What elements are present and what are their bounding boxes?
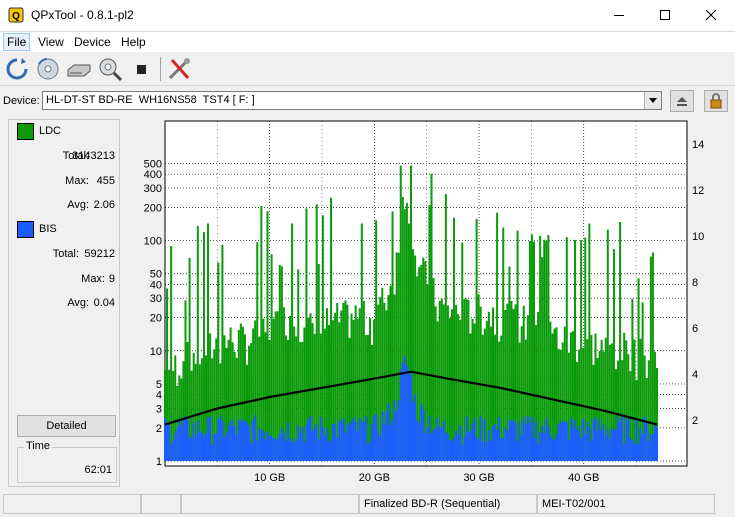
y-left-tick-label: 5 xyxy=(156,379,162,391)
disc-scan-icon xyxy=(37,58,59,80)
y-left-tick-label: 4 xyxy=(156,390,162,402)
status-bar: Finalized BD-R (Sequential) MEI-T02/001 xyxy=(0,492,735,517)
status-cell-1 xyxy=(3,494,141,514)
time-group: Time 62:01 xyxy=(17,440,117,483)
device-label: Device: xyxy=(3,95,40,107)
lock-icon xyxy=(710,93,722,109)
bis-avg-label: Avg: xyxy=(67,297,89,309)
bis-max-value: 9 xyxy=(108,273,115,285)
x-tick-label: 30 GB xyxy=(463,472,494,484)
y-right-tick-label: 2 xyxy=(692,415,698,427)
ldc-total-value: 3143213 xyxy=(72,150,115,162)
y-left-tick-label: 50 xyxy=(150,269,162,281)
y-left-tick-label: 2 xyxy=(156,423,162,435)
y-left-tick-label: 1 xyxy=(156,456,162,468)
tools-icon xyxy=(168,58,190,80)
bis-max-label: Max: xyxy=(81,273,105,285)
ldc-bis-chart: 10 GB 20 GB 30 GB 40 GB12345102030405010020… xyxy=(144,120,704,484)
minimize-button[interactable] xyxy=(597,0,643,31)
device-dropdown-arrow[interactable] xyxy=(644,92,661,109)
minimize-icon xyxy=(614,15,624,16)
lock-button[interactable] xyxy=(704,90,728,112)
menu-device[interactable]: Device xyxy=(71,34,114,50)
ldc-label: LDC xyxy=(39,125,62,137)
chevron-down-icon xyxy=(649,98,657,103)
y-left-tick-label: 20 xyxy=(150,313,162,325)
refresh-icon xyxy=(6,58,28,80)
bis-avg-value: 0.04 xyxy=(93,297,115,309)
stop-button[interactable] xyxy=(128,56,154,82)
ldc-avg-value: 2.06 xyxy=(93,199,115,211)
menu-view[interactable]: View xyxy=(35,34,67,50)
title-bar: Q QPxTool - 0.8.1-pl2 xyxy=(0,0,735,32)
refresh-button[interactable] xyxy=(4,56,30,82)
y-left-tick-label: 100 xyxy=(144,236,162,248)
status-cell-3 xyxy=(181,494,359,514)
y-left-tick-label: 3 xyxy=(156,403,162,415)
ldc-max-label: Max: xyxy=(65,175,89,187)
bis-total-value: 59212 xyxy=(84,248,115,260)
chart-area: 10 GB 20 GB 30 GB 40 GB 1 2 3 4 5 10 20 30 40 50 100 20… xyxy=(128,119,728,489)
eject-icon xyxy=(677,97,687,106)
x-tick-label: 40 GB xyxy=(568,472,599,484)
device-bar: Device: HL-DT-ST BD-RE WH16NS58 TST4 [ F… xyxy=(0,88,735,114)
ldc-max-value: 455 xyxy=(96,175,115,187)
disc-scan-button[interactable] xyxy=(35,56,61,82)
svg-text:Q: Q xyxy=(12,11,20,22)
close-button[interactable] xyxy=(689,0,735,31)
y-left-tick-label: 500 xyxy=(144,158,162,170)
side-panel: LDC Total: 3143213 Max: 455 Avg: 2.06 BI… xyxy=(8,119,120,487)
detailed-button[interactable]: Detailed xyxy=(17,415,116,437)
y-right-tick-label: 12 xyxy=(692,185,704,197)
y-left-tick-label: 10 xyxy=(150,346,162,358)
disc-search-icon xyxy=(99,58,123,82)
ldc-avg-label: Avg: xyxy=(67,199,89,211)
maximize-button[interactable] xyxy=(643,0,689,31)
window-title: QPxTool - 0.8.1-pl2 xyxy=(31,8,134,22)
time-value: 62:01 xyxy=(84,464,112,476)
ldc-color-swatch[interactable] xyxy=(17,123,34,140)
y-right-tick-label: 4 xyxy=(692,369,698,381)
y-left-tick-label: 30 xyxy=(150,293,162,305)
y-left-tick-label: 300 xyxy=(144,183,162,195)
device-select-value: HL-DT-ST BD-RE WH16NS58 TST4 [ F: ] xyxy=(46,94,255,106)
maximize-icon xyxy=(660,10,670,20)
y-left-tick-label: 400 xyxy=(144,169,162,181)
device-select[interactable]: HL-DT-ST BD-RE WH16NS58 TST4 [ F: ] xyxy=(42,91,662,110)
drive-button[interactable] xyxy=(66,56,92,82)
x-tick-label: 20 GB xyxy=(359,472,390,484)
drive-icon xyxy=(67,64,91,77)
toolbar xyxy=(0,53,735,86)
y-right-tick-label: 10 xyxy=(692,231,704,243)
bis-label: BIS xyxy=(39,223,57,235)
status-disc-type: Finalized BD-R (Sequential) xyxy=(359,494,537,514)
menu-file[interactable]: File xyxy=(3,33,31,51)
qpxtool-app-icon: Q xyxy=(8,7,24,23)
status-media-id: MEI-T02/001 xyxy=(537,494,715,514)
y-right-tick-label: 14 xyxy=(692,139,704,151)
y-left-tick-label: 40 xyxy=(150,279,162,291)
y-right-tick-label: 6 xyxy=(692,323,698,335)
menu-bar: File View Device Help xyxy=(0,32,735,52)
status-cell-2 xyxy=(141,494,181,514)
tools-button[interactable] xyxy=(166,56,192,82)
y-right-tick-label: 8 xyxy=(692,277,698,289)
toolbar-separator xyxy=(160,57,161,81)
time-label: Time xyxy=(24,440,53,452)
bis-total-label: Total: xyxy=(52,248,79,260)
stop-icon xyxy=(137,65,146,74)
bis-color-swatch[interactable] xyxy=(17,221,34,238)
eject-button[interactable] xyxy=(670,90,694,112)
menu-help[interactable]: Help xyxy=(118,34,149,50)
disc-search-button[interactable] xyxy=(97,56,123,82)
y-left-tick-label: 200 xyxy=(144,202,162,214)
x-tick-label: 10 GB xyxy=(254,472,285,484)
close-icon xyxy=(706,10,717,21)
